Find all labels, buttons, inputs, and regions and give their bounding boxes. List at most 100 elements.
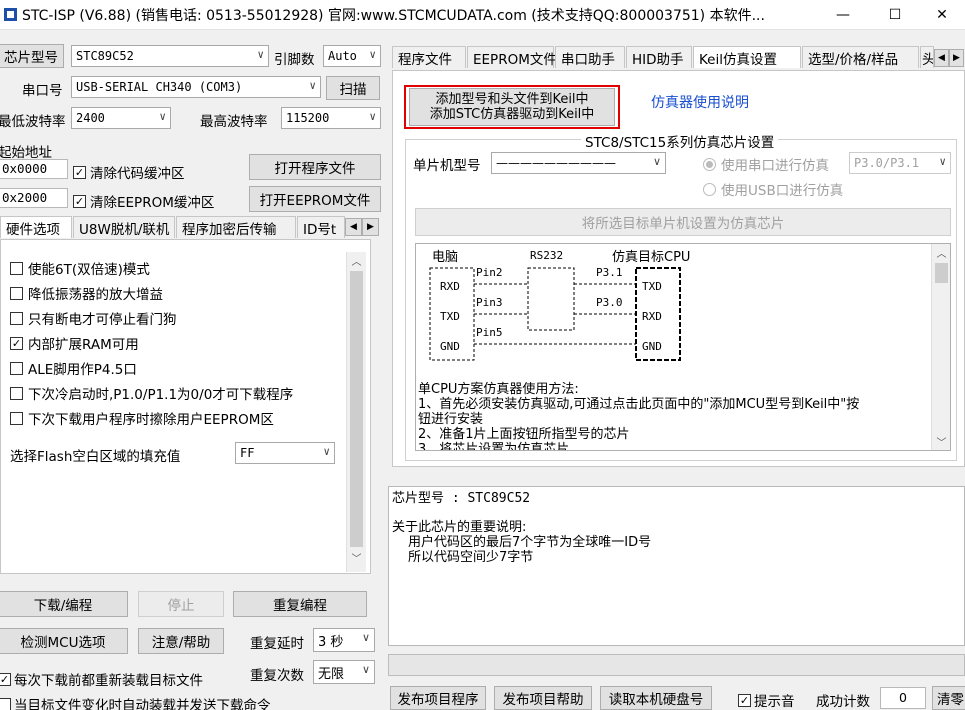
scan-button[interactable]: 扫描 (326, 76, 380, 100)
checkbox-icon (10, 261, 23, 275)
instruction-line: 单CPU方案仿真器使用方法: (418, 382, 579, 397)
hardware-option-label: 内部扩展RAM可用 (28, 337, 139, 353)
tab-scroll-left-icon[interactable]: ◀ (934, 49, 949, 67)
add-to-keil-button[interactable]: 添加型号和头文件到Keil中 添加STC仿真器驱动到Keil中 (409, 88, 615, 126)
hardware-option-checkbox[interactable]: 使能6T(双倍速)模式 (10, 258, 150, 278)
info-note-line: 所以代码空间少7字节 (408, 550, 534, 565)
instruction-line: 2、准备1片上面按钮所指型号的芯片 (418, 427, 630, 442)
tab-scroll-right-icon[interactable]: ▶ (949, 49, 964, 67)
set-emulation-chip-button[interactable]: 将所选目标单片机设置为仿真芯片 (415, 208, 951, 236)
tab-scroll-left-icon[interactable]: ◀ (345, 218, 362, 236)
usb-emulation-radio[interactable]: 使用USB口进行仿真 (703, 179, 843, 199)
diagram-port-p30: P3.0 (596, 296, 623, 309)
hardware-option-label: 使能6T(双倍速)模式 (28, 262, 150, 278)
success-count-field: 0 (880, 687, 926, 709)
emulator-doc-link[interactable]: 仿真器使用说明 (651, 92, 749, 112)
auto-load-checkbox[interactable]: 当目标文件变化时自动装载并发送下载命令 (0, 694, 271, 710)
chevron-down-icon: ∨ (309, 79, 316, 92)
emulation-group-title: STC8/STC15系列仿真芯片设置 (581, 131, 779, 151)
clear-code-buffer-checkbox[interactable]: ✓ 清除代码缓冲区 (73, 162, 185, 182)
checkbox-icon: ✓ (0, 672, 11, 686)
hardware-option-label: 下次冷启动时,P1.0/P1.1为0/0才可下载程序 (28, 387, 294, 403)
radio-icon (703, 182, 716, 196)
repeat-delay-select[interactable]: 3 秒 ∨ (313, 628, 375, 652)
hardware-option-checkbox[interactable]: ALE脚用作P4.5口 (10, 358, 137, 378)
tab-serial-assistant[interactable]: 串口助手 (555, 46, 625, 68)
info-note-title: 关于此芯片的重要说明: (392, 520, 527, 535)
open-program-file-button[interactable]: 打开程序文件 (249, 154, 381, 180)
maximize-button[interactable]: ☐ (872, 0, 918, 30)
minimize-button[interactable]: — (820, 0, 866, 30)
hardware-option-checkbox[interactable]: 降低振荡器的放大增益 (10, 283, 163, 303)
serial-port-select[interactable]: USB-SERIAL CH340 (COM3) ∨ (71, 76, 321, 98)
scroll-down-icon[interactable]: ﹀ (932, 433, 950, 450)
info-note-line: 用户代码区的最后7个字节为全球唯一ID号 (408, 535, 652, 550)
tab-selection-price[interactable]: 选型/价格/样品 (802, 46, 919, 68)
chip-model-select[interactable]: STC89C52 ∨ (71, 45, 269, 67)
chevron-down-icon: ∨ (257, 48, 264, 61)
tab-eeprom-file[interactable]: EEPROM文件 (467, 46, 557, 68)
diagram-target-pin-txd: TXD (642, 280, 662, 293)
options-scrollbar[interactable]: ︿ ﹀ (346, 252, 366, 572)
reprogram-button[interactable]: 重复编程 (233, 591, 367, 617)
tab-hid-assistant[interactable]: HID助手 (626, 46, 692, 68)
add-to-keil-line-2: 添加STC仿真器驱动到Keil中 (429, 107, 595, 122)
publish-program-button[interactable]: 发布项目程序 (390, 686, 486, 710)
tab-u8w[interactable]: U8W脱机/联机 (73, 216, 175, 238)
reload-before-download-checkbox[interactable]: ✓ 每次下载前都重新装载目标文件 (0, 669, 203, 689)
checkbox-icon: ✓ (10, 336, 23, 350)
scroll-down-icon[interactable]: ﹀ (347, 549, 366, 566)
tab-encrypted-transfer[interactable]: 程序加密后传输 (176, 216, 296, 238)
tab-more[interactable]: 头 (920, 46, 934, 68)
repeat-count-select[interactable]: 无限 ∨ (313, 660, 375, 684)
diagram-wire-pin5: Pin5 (476, 326, 503, 339)
chevron-down-icon: ∨ (939, 155, 946, 168)
chevron-down-icon: ∨ (323, 445, 330, 458)
stop-button[interactable]: 停止 (138, 591, 224, 617)
tab-hardware-options[interactable]: 硬件选项 (0, 216, 72, 238)
hardware-option-label: 降低振荡器的放大增益 (28, 287, 163, 303)
help-button[interactable]: 注意/帮助 (138, 628, 224, 654)
address-input-2[interactable]: 0x2000 (0, 188, 68, 208)
repeat-delay-label: 重复延时 (250, 636, 304, 652)
min-baud-select[interactable]: 2400 ∨ (71, 107, 171, 129)
mcu-model-select[interactable]: —————————— ∨ (491, 152, 666, 174)
instructions-scrollbar[interactable]: ︿ ﹀ (931, 244, 950, 450)
serial-port-label: 串口号 (22, 83, 63, 99)
address-input-1[interactable]: 0x0000 (0, 159, 68, 179)
tab-scroll-right-icon[interactable]: ▶ (362, 218, 379, 236)
flash-fill-select[interactable]: FF ∨ (235, 442, 335, 464)
hardware-option-checkbox[interactable]: 下次下载用户程序时擦除用户EEPROM区 (10, 408, 274, 428)
checkbox-icon (10, 311, 23, 325)
start-address-label: 起始地址 (0, 145, 52, 161)
read-disk-id-button[interactable]: 读取本机硬盘号 (600, 686, 712, 710)
download-program-button[interactable]: 下载/编程 (0, 591, 128, 617)
hardware-option-checkbox[interactable]: 下次冷启动时,P1.0/P1.1为0/0才可下载程序 (10, 383, 293, 403)
close-button[interactable]: ✕ (919, 0, 965, 30)
pin-count-select[interactable]: Auto ∨ (323, 45, 381, 67)
hardware-option-checkbox[interactable]: 只有断电才可停止看门狗 (10, 308, 177, 328)
pin-count-label: 引脚数 (274, 52, 315, 68)
diagram-target-pin-gnd: GND (642, 340, 662, 353)
max-baud-select[interactable]: 115200 ∨ (281, 107, 381, 129)
clear-eeprom-buffer-checkbox[interactable]: ✓ 清除EEPROM缓冲区 (73, 191, 214, 211)
beep-checkbox[interactable]: ✓ 提示音 (738, 690, 795, 710)
serial-emulation-radio[interactable]: 使用串口进行仿真 (703, 154, 829, 174)
tab-id[interactable]: ID号t (297, 216, 345, 238)
tab-keil-emulation[interactable]: Keil仿真设置 (693, 46, 801, 68)
emulation-port-select[interactable]: P3.0/P3.1 ∨ (849, 152, 951, 174)
diagram-port-p31: P3.1 (596, 266, 623, 279)
chip-info-text: 芯片型号 : STC89C52 关于此芯片的重要说明: 用户代码区的最后7个字节… (388, 486, 965, 646)
scroll-up-icon[interactable]: ︿ (347, 252, 366, 269)
hardware-option-label: ALE脚用作P4.5口 (28, 362, 137, 378)
checkbox-icon (0, 697, 11, 710)
scroll-up-icon[interactable]: ︿ (932, 244, 950, 261)
tab-program-file[interactable]: 程序文件 (392, 46, 466, 68)
scrollbar-thumb[interactable] (350, 271, 363, 547)
publish-help-button[interactable]: 发布项目帮助 (494, 686, 592, 710)
open-eeprom-file-button[interactable]: 打开EEPROM文件 (249, 186, 381, 212)
check-mcu-options-button[interactable]: 检测MCU选项 (0, 628, 128, 654)
clear-count-button[interactable]: 清零 (932, 686, 965, 710)
scrollbar-thumb[interactable] (935, 263, 948, 283)
hardware-option-checkbox[interactable]: ✓ 内部扩展RAM可用 (10, 333, 139, 353)
